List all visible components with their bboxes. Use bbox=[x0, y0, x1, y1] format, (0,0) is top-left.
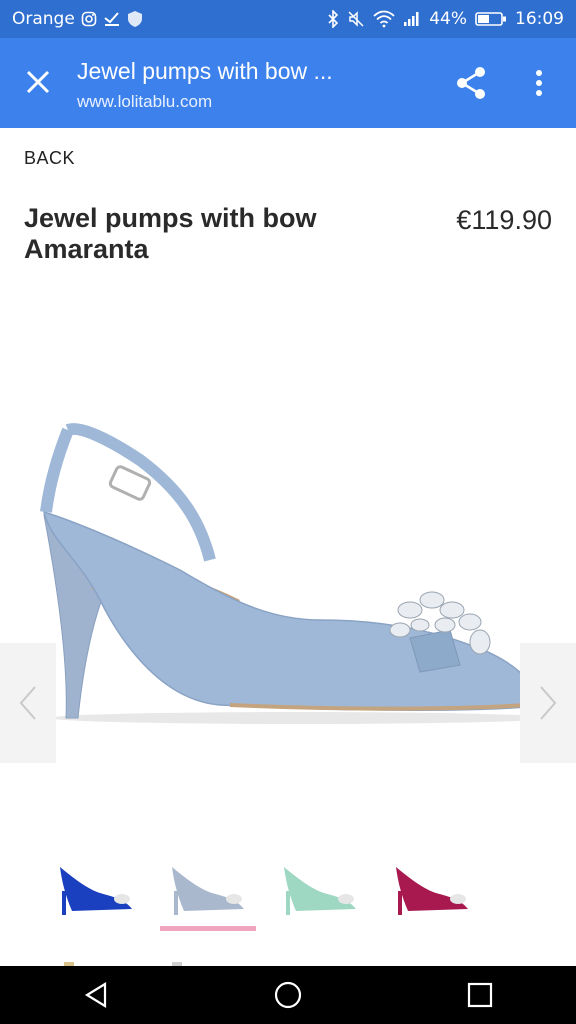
thumbnail-blue[interactable] bbox=[48, 840, 144, 924]
gallery-prev-button[interactable] bbox=[0, 643, 56, 763]
clock: 16:09 bbox=[515, 9, 564, 29]
mute-icon bbox=[347, 10, 365, 28]
back-link[interactable]: BACK bbox=[24, 148, 75, 169]
selected-thumbnail-indicator bbox=[160, 926, 256, 931]
thumbnail-fuchsia[interactable] bbox=[384, 840, 480, 924]
recents-icon bbox=[467, 982, 493, 1008]
thumbnail-light-blue[interactable] bbox=[160, 840, 256, 924]
system-navigation-bar bbox=[0, 966, 576, 1024]
download-check-icon bbox=[103, 11, 121, 27]
nav-recents-button[interactable] bbox=[440, 966, 520, 1024]
close-button[interactable] bbox=[14, 58, 62, 106]
browser-toolbar: Jewel pumps with bow ... www.lolitablu.c… bbox=[0, 38, 576, 128]
page-url: www.lolitablu.com bbox=[77, 92, 213, 111]
battery-icon bbox=[475, 11, 507, 27]
more-vert-icon bbox=[536, 70, 542, 96]
share-button[interactable] bbox=[448, 60, 494, 106]
more-options-button[interactable] bbox=[516, 60, 562, 106]
product-title: Jewel pumps with bow Amaranta bbox=[24, 203, 317, 264]
wifi-icon bbox=[373, 10, 395, 28]
thumbnail-mint[interactable] bbox=[272, 840, 368, 924]
home-icon bbox=[274, 981, 302, 1009]
close-icon bbox=[26, 70, 50, 94]
color-thumbnails-row-2 bbox=[0, 952, 576, 966]
bluetooth-icon bbox=[327, 10, 339, 28]
page-title: Jewel pumps with bow ... bbox=[77, 58, 333, 84]
product-price: €119.90 bbox=[456, 205, 552, 235]
back-icon bbox=[84, 982, 107, 1008]
shield-icon bbox=[127, 10, 143, 28]
nav-back-button[interactable] bbox=[56, 966, 136, 1024]
product-image[interactable] bbox=[0, 300, 576, 800]
instagram-icon bbox=[81, 11, 97, 27]
gallery-next-button[interactable] bbox=[520, 643, 576, 763]
status-bar: Orange 44% 16:09 bbox=[0, 0, 576, 38]
chevron-left-icon bbox=[19, 686, 36, 720]
share-icon bbox=[457, 67, 485, 99]
carrier-label: Orange bbox=[12, 9, 75, 29]
color-thumbnails bbox=[0, 840, 576, 940]
nav-home-button[interactable] bbox=[248, 966, 328, 1024]
signal-icon bbox=[403, 11, 421, 27]
battery-percent: 44% bbox=[429, 9, 467, 29]
chevron-right-icon bbox=[540, 686, 557, 720]
